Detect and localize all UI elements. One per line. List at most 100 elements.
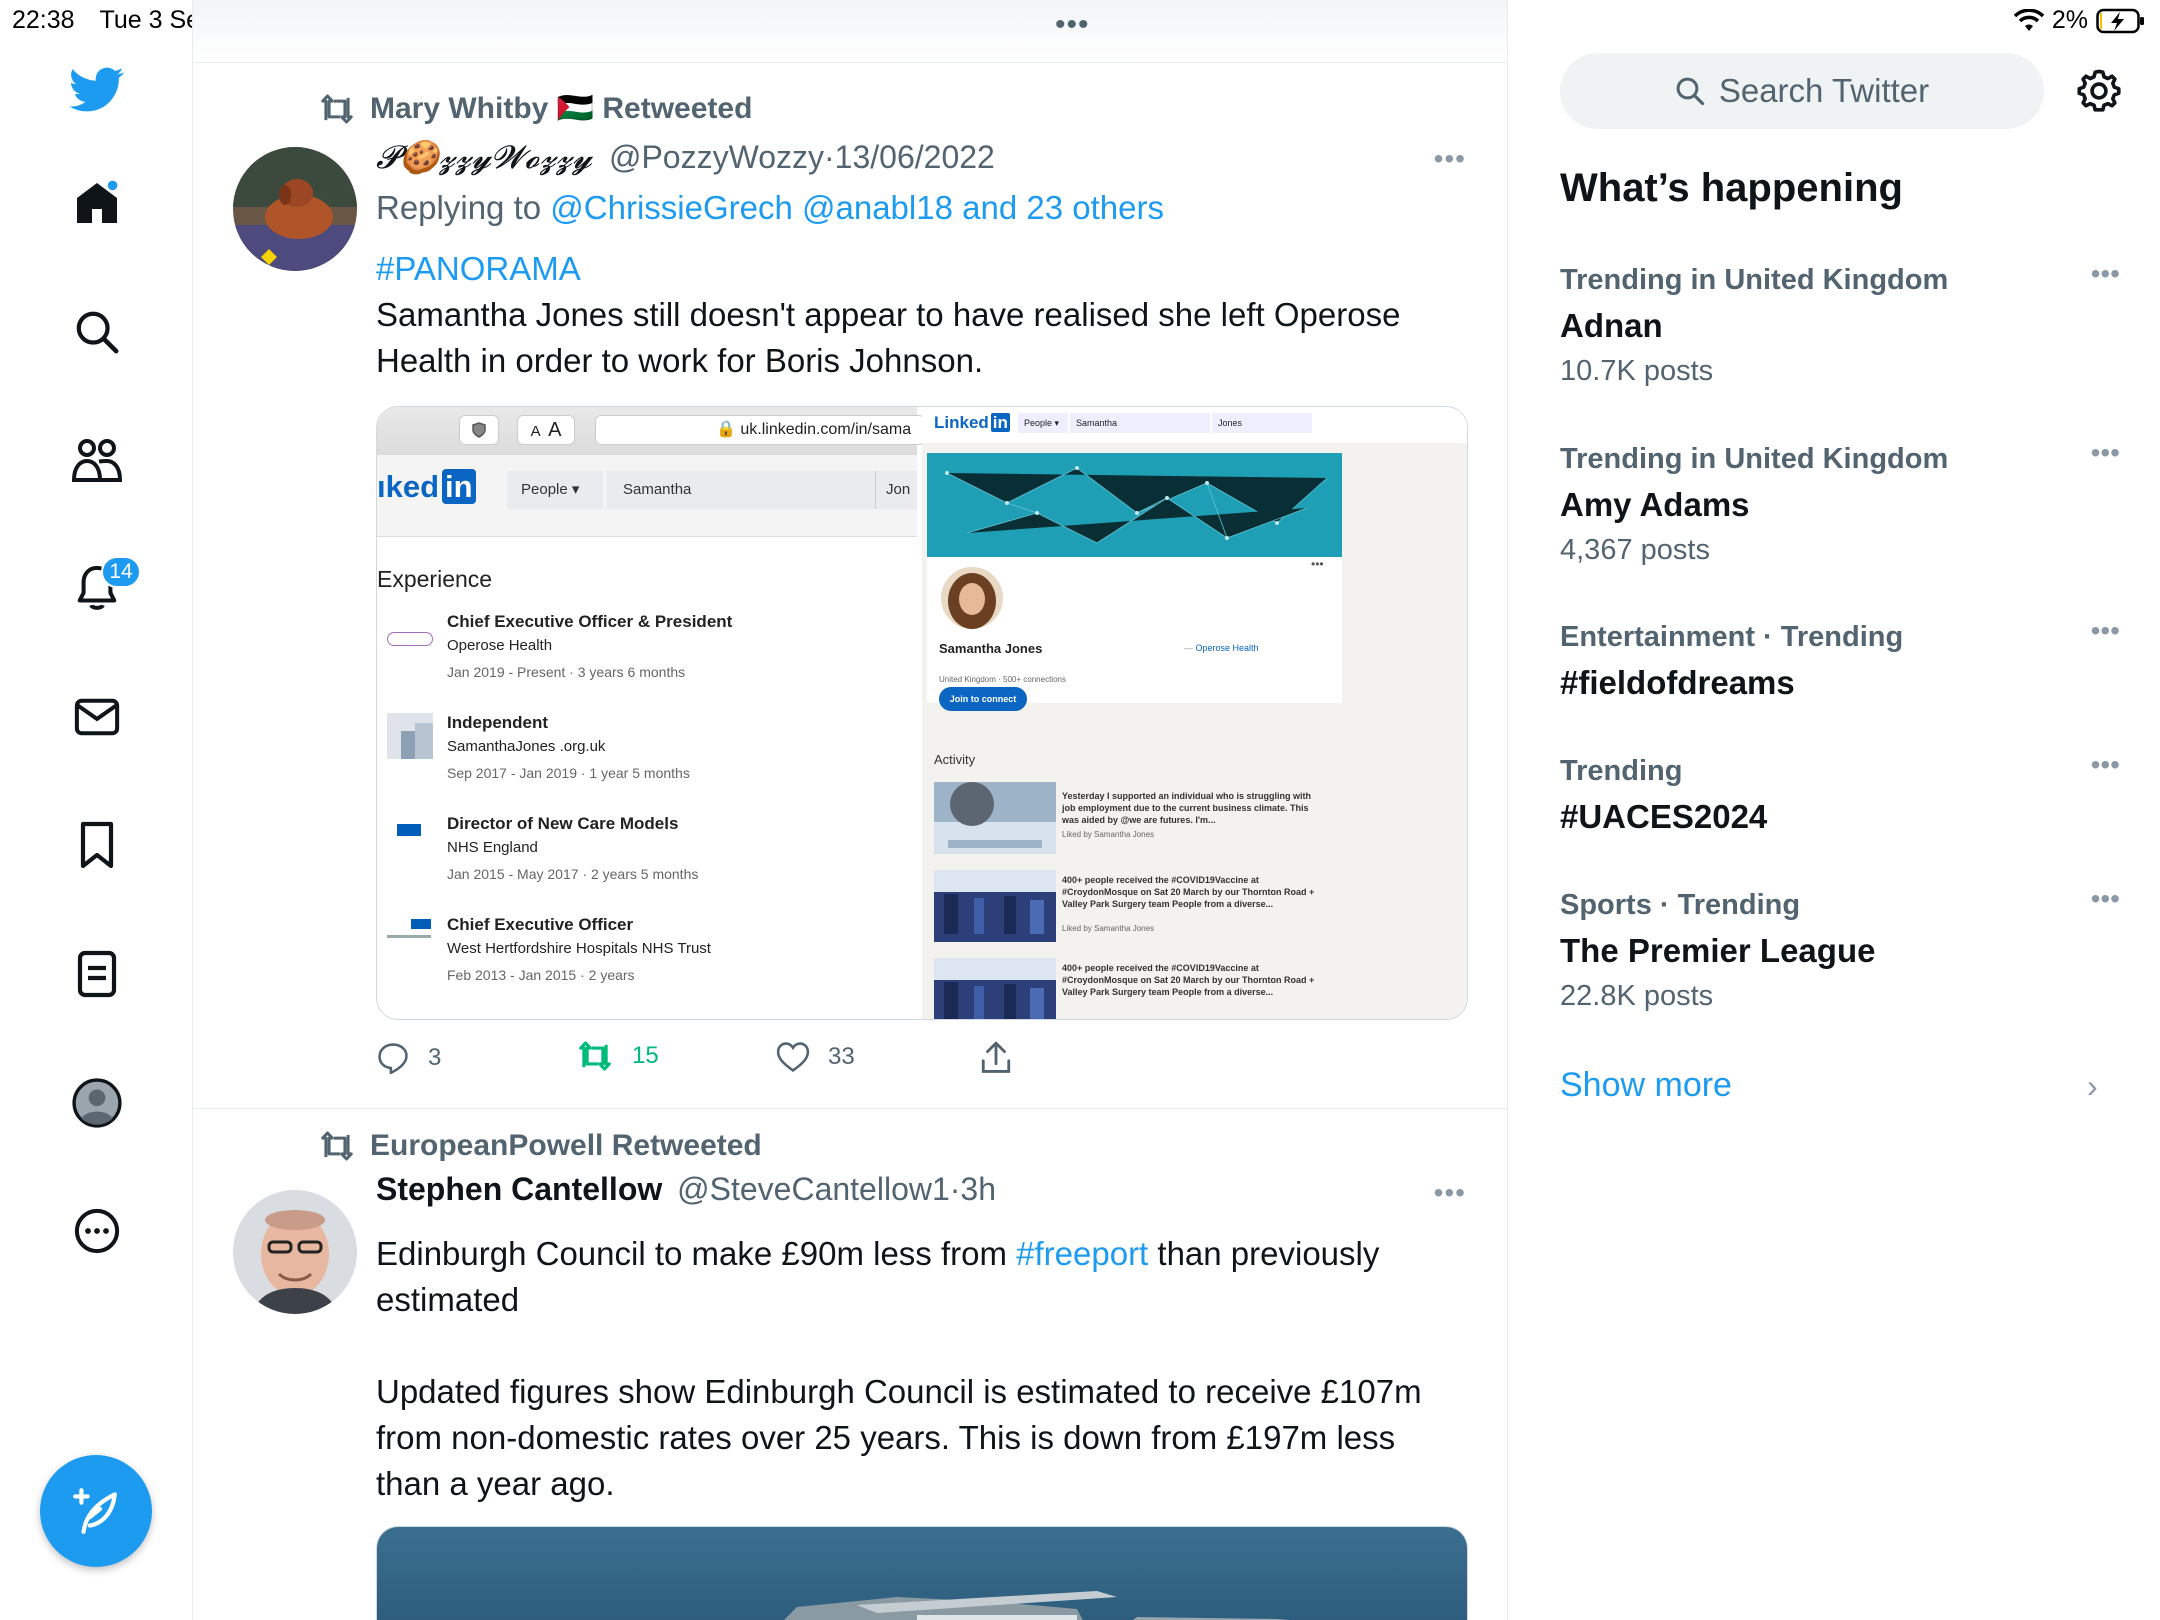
tweet-time[interactable]: 3h [960,1171,996,1207]
compose-feather-icon [73,1488,117,1534]
display-name[interactable]: 𝓟🍪𝔃𝔃𝔂𝓦𝓸𝔃𝔃𝔂 [376,138,592,176]
tweet-body-paragraph: Updated figures show Edinburgh Council i… [376,1373,1422,1502]
search-icon[interactable] [62,297,132,367]
whats-happening-heading: What’s happening [1560,166,1903,210]
linkedin-small-logo-text: Linked [934,413,989,432]
activity-thumbnail [934,782,1056,854]
trend-context: Trending [1560,755,1683,787]
lists-icon[interactable] [62,939,132,1009]
experience-list: Chief Executive Officer & President Oper… [387,612,907,1012]
search-twitter-input[interactable]: Search Twitter [1560,53,2044,129]
avatar[interactable] [233,1190,357,1314]
hashtag-link[interactable]: #PANORAMA [376,246,1466,292]
trend-posts: 22.8K posts [1560,980,1714,1012]
trend-item[interactable]: Sports · Trending The Premier League 22.… [1560,883,2120,1013]
profile-icon[interactable] [62,1068,132,1138]
bookmarks-icon[interactable] [62,810,132,880]
retweet-button[interactable]: 15 [576,1041,659,1071]
tweet[interactable]: Mary Whitby 🇵🇸 Retweeted 𝓟🍪𝔃𝔃𝔂𝓦𝓸𝔃𝔃𝔂 @Poz… [193,63,1507,1109]
reader-text-size-icon: A A [517,415,575,445]
activity-text: Yesterday I supported an individual who … [1062,791,1312,825]
hashtag-link[interactable]: #freeport [1016,1235,1148,1272]
people-dropdown: People ▾ [507,471,603,509]
activity-thumbnail [934,870,1056,942]
profile-card: ••• Samantha Jones — Operose Health Unit… [927,453,1342,711]
trend-more-icon[interactable]: ••• [2091,883,2120,915]
trend-item[interactable]: Trending in United Kingdom Amy Adams 4,3… [1560,437,2120,567]
trend-more-icon[interactable]: ••• [2091,749,2120,781]
timeline: ••• Mary Whitby 🇵🇸 Retweeted 𝓟🍪𝔃𝔃𝔂𝓦𝓸𝔃𝔃𝔂 … [193,0,1508,1620]
trend-context: Trending in United Kingdom [1560,264,1949,296]
tweet-more-icon[interactable]: ••• [1434,143,1466,175]
small-search-field-2: Jones [1212,413,1312,433]
tweet-media-image[interactable] [376,1526,1468,1620]
trend-item[interactable]: Entertainment · Trending #fieldofdreams … [1560,615,2120,702]
trend-more-icon[interactable]: ••• [2091,437,2120,469]
tweet-header: Stephen Cantellow @SteveCantellow1·3h [376,1171,996,1208]
meta-separator: · [824,139,835,175]
activity-liked: Liked by Samantha Jones [1062,924,1155,933]
experience-org: Operose Health [447,637,553,654]
tweet[interactable]: EuropeanPowell Retweeted Stephen Cantell… [193,1109,1507,1620]
org-placeholder-logo [387,713,433,759]
retweet-small-icon [321,94,353,123]
trend-context: Entertainment · Trending [1560,621,1904,653]
activity-thumbnail [934,958,1056,1019]
search-icon [1676,77,1704,106]
compose-tweet-button[interactable] [40,1455,152,1567]
profile-more-icon: ••• [1311,557,1324,571]
share-button[interactable] [980,1041,1012,1075]
user-handle[interactable]: @SteveCantellow1 [677,1171,950,1207]
tweet-body-text: Edinburgh Council to make £90m less from [376,1235,1007,1272]
display-name[interactable]: Stephen Cantellow [376,1171,662,1207]
retweet-context: EuropeanPowell Retweeted [318,1129,762,1163]
search-field-2: Jon [886,481,911,498]
trend-item[interactable]: Trending #UACES2024 ••• [1560,749,2120,836]
retweeted-by-label[interactable]: Mary Whitby 🇵🇸 Retweeted [370,91,752,126]
reply-button[interactable]: 3 [376,1041,441,1075]
trend-more-icon[interactable]: ••• [2091,615,2120,647]
multitask-dots-icon[interactable]: ••• [1055,8,1090,42]
activity-list: Yesterday I supported an individual who … [934,782,1334,1019]
trend-name: #fieldofdreams [1560,664,1795,701]
communities-icon[interactable] [62,425,132,495]
settings-gear-icon[interactable] [2076,68,2122,114]
experience-dates: Feb 2013 - Jan 2015 · 2 years [447,967,635,983]
replying-to-prefix: Replying to [376,189,542,226]
trend-name: Adnan [1560,307,1663,344]
tweet-media-image[interactable]: A A 🔒 uk.linkedin.com/in/sama ıked in Peo… [376,406,1468,1020]
retweet-count: 15 [632,1042,659,1069]
profile-location: United Kingdom · 500+ connections [939,675,1066,684]
like-button[interactable]: 33 [776,1041,855,1073]
trend-item[interactable]: Trending in United Kingdom Adnan 10.7K p… [1560,258,2120,388]
tweet-body-line: Edinburgh Council to make £90m less from… [376,1231,1466,1323]
reply-icon [378,1043,408,1075]
search-field: Samantha [607,471,917,509]
twitter-logo-icon[interactable] [62,55,132,125]
more-icon[interactable] [62,1196,132,1266]
user-handle[interactable]: @PozzyWozzy [609,139,824,175]
experience-dates: Sep 2017 - Jan 2019 · 1 year 5 months [447,765,690,781]
activity-liked: Liked by Samantha Jones [1062,830,1155,839]
avatar[interactable] [233,147,357,271]
experience-org: NHS England [447,839,538,856]
tweet-body-text: Samantha Jones still doesn't appear to h… [376,296,1401,379]
experience-heading: Experience [377,566,493,592]
tweet-header: 𝓟🍪𝔃𝔃𝔂𝓦𝓸𝔃𝔃𝔂 @PozzyWozzy·13/06/2022 [376,138,995,177]
linkedin-logo-text: ıked [377,469,440,504]
replying-to-users-link[interactable]: @ChrissieGrech @anabl18 and 23 others [550,189,1164,226]
messages-icon[interactable] [62,682,132,752]
trend-more-icon[interactable]: ••• [2091,258,2120,290]
twitter-ipad-screen: 22:38 Tue 3 Sep 2% 14 ••• Mary Whitby 🇵🇸… [0,0,2160,1620]
retweeted-by-label[interactable]: EuropeanPowell Retweeted [370,1129,762,1163]
linkedin-profile-screenshot: Linked in People ▾ Samantha Jones ••• Sam… [922,407,1467,1019]
home-icon[interactable] [62,168,132,238]
linkedin-small-logo: Linked in [934,413,1010,433]
experience-title: Director of New Care Models [447,814,679,833]
tweet-more-icon[interactable]: ••• [1434,1177,1466,1209]
tweet-time[interactable]: 13/06/2022 [835,139,995,175]
linkedin-in-badge: in [442,469,476,504]
url-bar: 🔒 uk.linkedin.com/in/sama [595,415,925,445]
activity-heading: Activity [934,752,976,767]
show-more-link[interactable]: Show more [1560,1066,1732,1105]
